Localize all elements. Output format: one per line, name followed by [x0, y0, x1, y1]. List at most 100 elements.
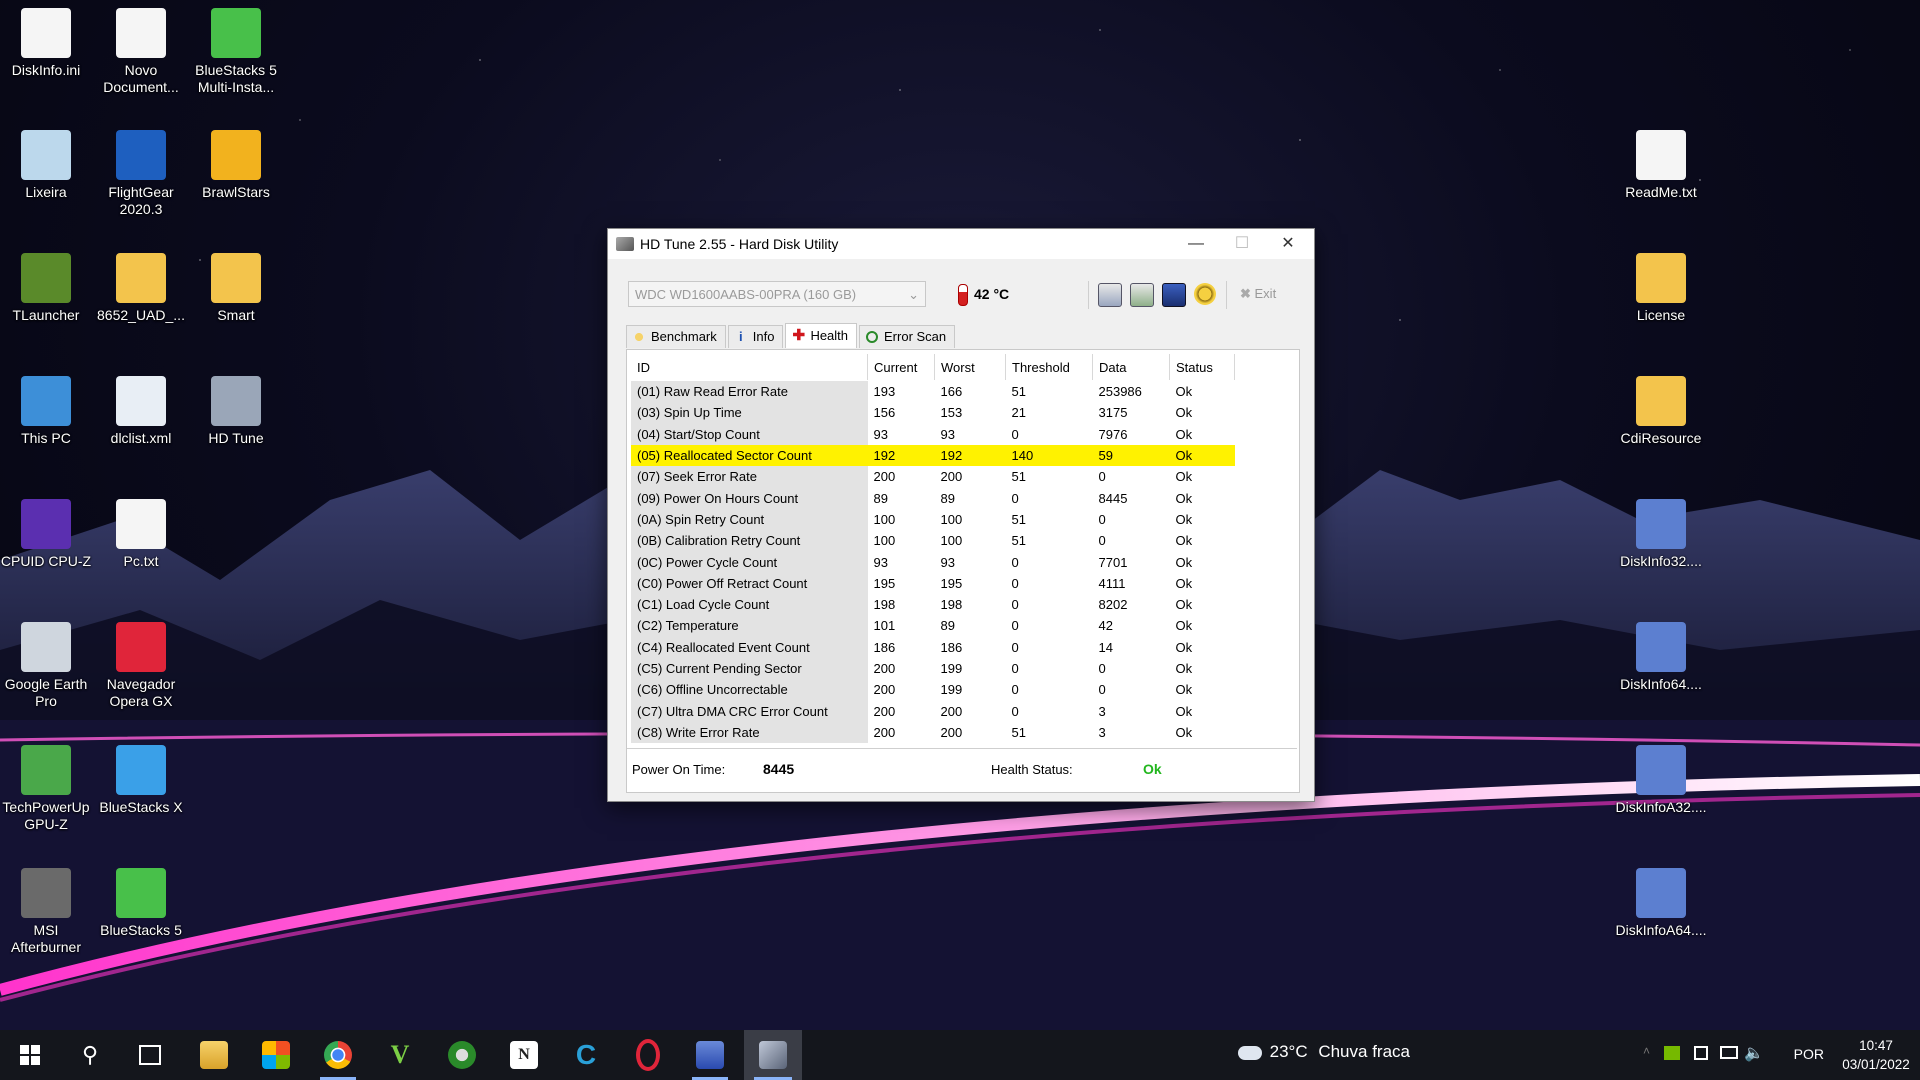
tab-error-scan[interactable]: Error Scan [859, 325, 956, 348]
desktop-icon[interactable]: FlightGear 2020.3 [95, 130, 187, 218]
desktop-icon[interactable]: ReadMe.txt [1615, 130, 1707, 201]
table-row[interactable]: (C7) Ultra DMA CRC Error Count 200 200 0 3 Ok [631, 700, 1235, 722]
column-header-current[interactable]: Current [867, 354, 935, 381]
table-row[interactable]: (C5) Current Pending Sector 200 199 0 0 Ok [631, 657, 1235, 680]
tab-health[interactable]: ✚ Health [785, 323, 858, 348]
desktop-icon-image [21, 253, 71, 303]
volume-icon[interactable]: 🔈 [1744, 1043, 1764, 1063]
desktop-icon[interactable]: MSI Afterburner [0, 868, 92, 956]
desktop-icon[interactable]: This PC [0, 376, 92, 447]
desktop-icon[interactable]: TLauncher [0, 253, 92, 324]
taskbar-c-app[interactable]: C [558, 1030, 614, 1080]
options-gear-icon[interactable] [1194, 283, 1216, 305]
taskbar-file-explorer[interactable] [186, 1030, 242, 1080]
table-row[interactable]: (09) Power On Hours Count 89 89 0 8445 Ok [631, 487, 1235, 509]
network-icon[interactable] [1720, 1046, 1738, 1059]
table-row[interactable]: (01) Raw Read Error Rate 193 166 51 253986 Ok [631, 380, 1235, 403]
clock[interactable]: 10:47 03/01/2022 [1840, 1036, 1912, 1074]
attr-data-cell: 42 [1098, 618, 1113, 634]
attr-id-cell: (0A) Spin Retry Count [631, 508, 868, 531]
column-header-status[interactable]: Status [1169, 354, 1235, 381]
close-button[interactable]: ✕ [1265, 229, 1311, 259]
column-header-worst[interactable]: Worst [934, 354, 1006, 381]
copy-text-icon[interactable] [1098, 283, 1122, 307]
desktop-icon[interactable]: Smart [190, 253, 282, 324]
table-row[interactable]: (04) Start/Stop Count 93 93 0 7976 Ok [631, 423, 1235, 445]
table-row[interactable]: (C2) Temperature 101 89 0 42 Ok [631, 615, 1235, 637]
taskbar-chrome[interactable] [310, 1030, 366, 1080]
maximize-button[interactable]: ☐ [1219, 229, 1265, 259]
start-button[interactable] [2, 1030, 58, 1080]
taskbar-xbox[interactable] [434, 1030, 490, 1080]
tab-benchmark[interactable]: Benchmark [626, 325, 726, 348]
desktop-icon[interactable]: DiskInfo.ini [0, 8, 92, 79]
column-header-id[interactable]: ID [631, 354, 868, 381]
device-icon[interactable] [1694, 1046, 1708, 1060]
attr-status-cell: Ok [1175, 384, 1193, 400]
desktop-icon-label: dlclist.xml [110, 430, 172, 446]
desktop-icon[interactable]: CdiResource [1615, 376, 1707, 447]
status-footer: Power On Time: 8445 Health Status: Ok [627, 750, 1297, 790]
desktop-icon[interactable]: BlueStacks X [95, 745, 187, 816]
table-row[interactable]: (0B) Calibration Retry Count 100 100 51 0 Ok [631, 530, 1235, 552]
desktop-icon[interactable]: Novo Document... [95, 8, 187, 96]
save-icon[interactable] [1162, 283, 1186, 307]
desktop-icon[interactable]: Google Earth Pro [0, 622, 92, 710]
table-row[interactable]: (C8) Write Error Rate 200 200 51 3 Ok [631, 721, 1235, 744]
table-row[interactable]: (07) Seek Error Rate 200 200 51 0 Ok [631, 466, 1235, 488]
task-view-button[interactable] [122, 1030, 178, 1080]
taskbar-diskinfo[interactable] [682, 1030, 738, 1080]
taskbar-hd-tune[interactable] [744, 1030, 802, 1080]
attr-data-cell: 0 [1098, 661, 1106, 676]
desktop-icon[interactable]: License [1615, 253, 1707, 324]
table-row[interactable]: (03) Spin Up Time 156 153 21 3175 Ok [631, 402, 1235, 424]
attr-threshold-cell: 0 [1011, 682, 1019, 698]
taskbar-notion[interactable]: N [496, 1030, 552, 1080]
desktop-icon[interactable]: Navegador Opera GX [95, 622, 187, 710]
desktop-icon[interactable]: DiskInfo64.... [1615, 622, 1707, 693]
table-row[interactable]: (C0) Power Off Retract Count 195 195 0 4111 O… [631, 572, 1235, 594]
desktop-icon-image [116, 130, 166, 180]
column-header-threshold[interactable]: Threshold [1005, 354, 1093, 381]
desktop-icon[interactable]: TechPowerUp GPU-Z [0, 745, 92, 833]
desktop-icon[interactable]: dlclist.xml [95, 376, 187, 447]
desktop-icon-image [1636, 376, 1686, 426]
search-button[interactable]: ⚲ [62, 1030, 118, 1080]
table-row[interactable]: (C6) Offline Uncorrectable 200 199 0 0 Ok [631, 679, 1235, 701]
desktop-icon[interactable]: BrawlStars [190, 130, 282, 201]
desktop-icon[interactable]: Pc.txt [95, 499, 187, 570]
lightbulb-icon [633, 331, 645, 343]
title-bar[interactable]: HD Tune 2.55 - Hard Disk Utility — ☐ ✕ [608, 229, 1314, 259]
desktop-icon[interactable]: BlueStacks 5 Multi-Insta... [190, 8, 282, 96]
attr-current-cell: 156 [873, 405, 896, 421]
column-header-data[interactable]: Data [1092, 354, 1170, 381]
taskbar-store[interactable] [248, 1030, 304, 1080]
table-row[interactable]: (05) Reallocated Sector Count 192 192 140 59… [631, 444, 1235, 467]
copy-screenshot-icon[interactable] [1130, 283, 1154, 307]
desktop-icon[interactable]: 8652_UAD_... [95, 253, 187, 324]
desktop-icon-label: DiskInfo.ini [11, 62, 81, 78]
taskbar-opera-gx[interactable] [620, 1030, 676, 1080]
desktop-icon[interactable]: HD Tune [190, 376, 282, 447]
table-row[interactable]: (C4) Reallocated Event Count 186 186 0 14 Ok [631, 636, 1235, 658]
taskbar-v-app[interactable]: V [372, 1030, 428, 1080]
minimize-button[interactable]: — [1173, 229, 1219, 259]
desktop-icon[interactable]: DiskInfo32.... [1615, 499, 1707, 570]
language-indicator[interactable]: POR [1794, 1046, 1824, 1062]
desktop-icon-label: 8652_UAD_... [97, 307, 185, 323]
desktop-icon[interactable]: CPUID CPU-Z [0, 499, 92, 570]
show-hidden-icons[interactable]: ˄ [1643, 1044, 1650, 1058]
drive-select[interactable]: WDC WD1600AABS-00PRA (160 GB) ⌄ [628, 281, 926, 307]
table-row[interactable]: (0C) Power Cycle Count 93 93 0 7701 Ok [631, 551, 1235, 573]
table-row[interactable]: (0A) Spin Retry Count 100 100 51 0 Ok [631, 508, 1235, 531]
desktop-icon[interactable]: BlueStacks 5 [95, 868, 187, 939]
desktop-icon[interactable]: DiskInfoA32.... [1615, 745, 1707, 816]
weather-widget[interactable]: 23°C Chuva fraca [1237, 1042, 1410, 1062]
nvidia-icon[interactable] [1664, 1046, 1680, 1060]
desktop-icon[interactable]: Lixeira [0, 130, 92, 201]
tab-info[interactable]: i Info [727, 325, 784, 348]
attr-current-cell: 89 [873, 490, 888, 506]
desktop-icon[interactable]: DiskInfoA64.... [1615, 868, 1707, 939]
table-row[interactable]: (C1) Load Cycle Count 198 198 0 8202 Ok [631, 593, 1235, 616]
exit-button[interactable]: ✖ Exit [1240, 281, 1276, 307]
